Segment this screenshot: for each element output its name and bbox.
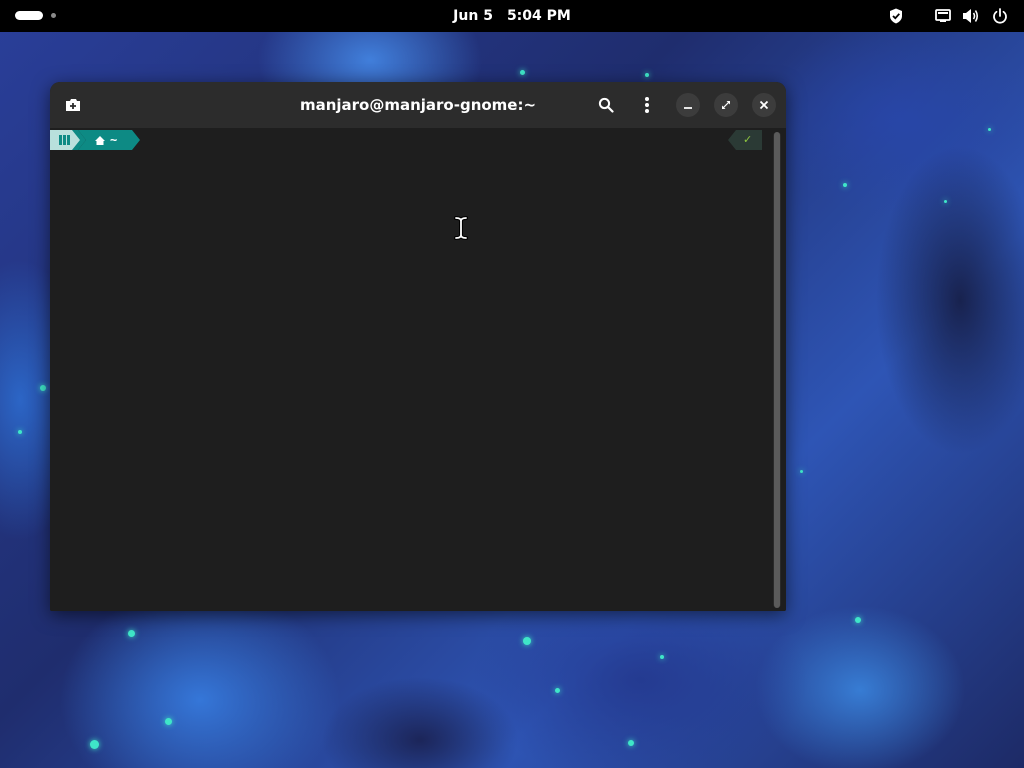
search-icon[interactable] — [595, 94, 617, 116]
shield-icon[interactable] — [887, 7, 905, 25]
prompt-segments — [50, 130, 140, 150]
menu-icon[interactable] — [636, 94, 658, 116]
workspace-indicator — [51, 13, 56, 18]
manjaro-logo-icon — [59, 135, 70, 145]
text-cursor-icon — [454, 216, 468, 240]
power-icon[interactable] — [991, 7, 1009, 25]
scrollbar-thumb[interactable] — [774, 132, 780, 608]
volume-icon[interactable] — [962, 7, 980, 25]
clock-date[interactable]: Jun 5 — [453, 8, 493, 24]
prompt-status-check: ✓ — [743, 133, 753, 146]
terminal-window[interactable]: manjaro@manjaro-gnome:~ ~ ✓ — [50, 82, 786, 611]
new-tab-icon[interactable] — [62, 94, 84, 116]
top-bar: Jun 5 5:04 PM — [0, 0, 1024, 32]
terminal-headerbar[interactable]: manjaro@manjaro-gnome:~ — [50, 82, 786, 128]
network-icon[interactable] — [934, 7, 952, 25]
clock: Jun 5 5:04 PM — [0, 0, 1024, 32]
minimize-icon[interactable] — [676, 93, 700, 117]
terminal-content[interactable]: ~ ✓ — [50, 128, 786, 611]
maximize-icon[interactable] — [714, 93, 738, 117]
clock-time[interactable]: 5:04 PM — [507, 8, 571, 24]
prompt-directory: ~ — [110, 133, 118, 147]
activities-button[interactable] — [15, 11, 56, 20]
close-icon[interactable] — [752, 93, 776, 117]
active-workspace-indicator — [15, 11, 43, 20]
scrollbar[interactable] — [773, 132, 781, 608]
